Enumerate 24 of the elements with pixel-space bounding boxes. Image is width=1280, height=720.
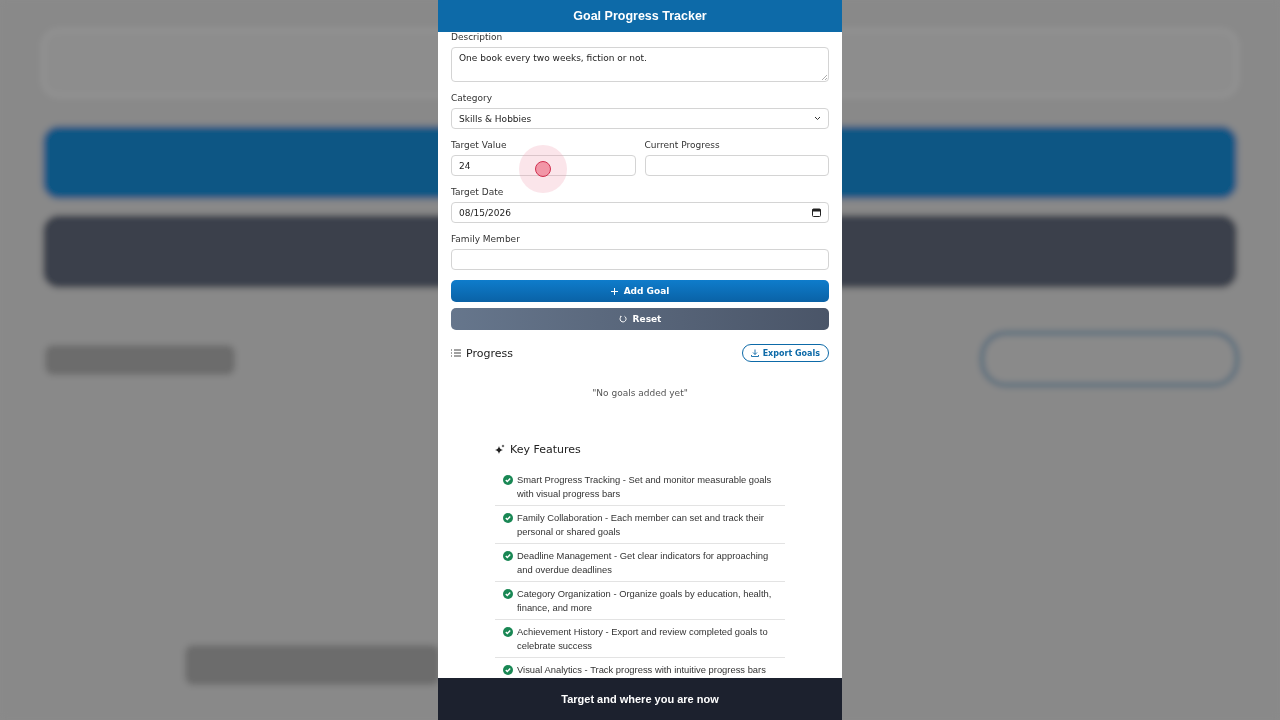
date-field[interactable]: 08/15/2026 bbox=[451, 202, 829, 223]
field-label: Category bbox=[451, 92, 494, 104]
export-button[interactable]: Export Goals bbox=[741, 344, 829, 362]
field-label: Target Value bbox=[451, 139, 508, 151]
field-label: Current Progress bbox=[644, 139, 721, 151]
feature-text: Achievement History - Export and review completed goals to celebrate success bbox=[517, 625, 769, 652]
feature-text: Smart Progress Tracking - Set and monitor measurable goals with visual progress bars bbox=[517, 473, 773, 500]
feature-text: Family Collaboration - Each member can set and track their personal or shared goals bbox=[517, 511, 765, 538]
description-textarea[interactable]: One book every two weeks, fiction or not. bbox=[451, 47, 829, 82]
feature-text: Visual Analytics - Track progress with intuitive progress bars bbox=[517, 663, 767, 677]
feature-text: Deadline Management - Get clear indicators for approaching and overdue deadlines bbox=[517, 549, 770, 576]
input-field[interactable]: 24 bbox=[451, 155, 636, 176]
category-select[interactable]: Skills & Hobbies bbox=[451, 108, 829, 129]
section-heading: Progress bbox=[466, 346, 513, 360]
add-goal-button[interactable]: Add Goal bbox=[451, 280, 829, 302]
field-label: Target Date bbox=[451, 186, 505, 198]
field-label: Family Member bbox=[451, 233, 521, 245]
reset-button[interactable]: Reset bbox=[451, 308, 829, 330]
feature-text: Category Organization - Organize goals by education, health, finance, and more bbox=[517, 587, 773, 614]
field-label: Description bbox=[451, 31, 504, 43]
app-title: Goal Progress Tracker bbox=[573, 9, 707, 23]
section-heading: Key Features bbox=[510, 443, 581, 456]
caption-text: Target and where you are now bbox=[561, 693, 719, 705]
empty-message: "No goals added yet" bbox=[591, 388, 689, 398]
